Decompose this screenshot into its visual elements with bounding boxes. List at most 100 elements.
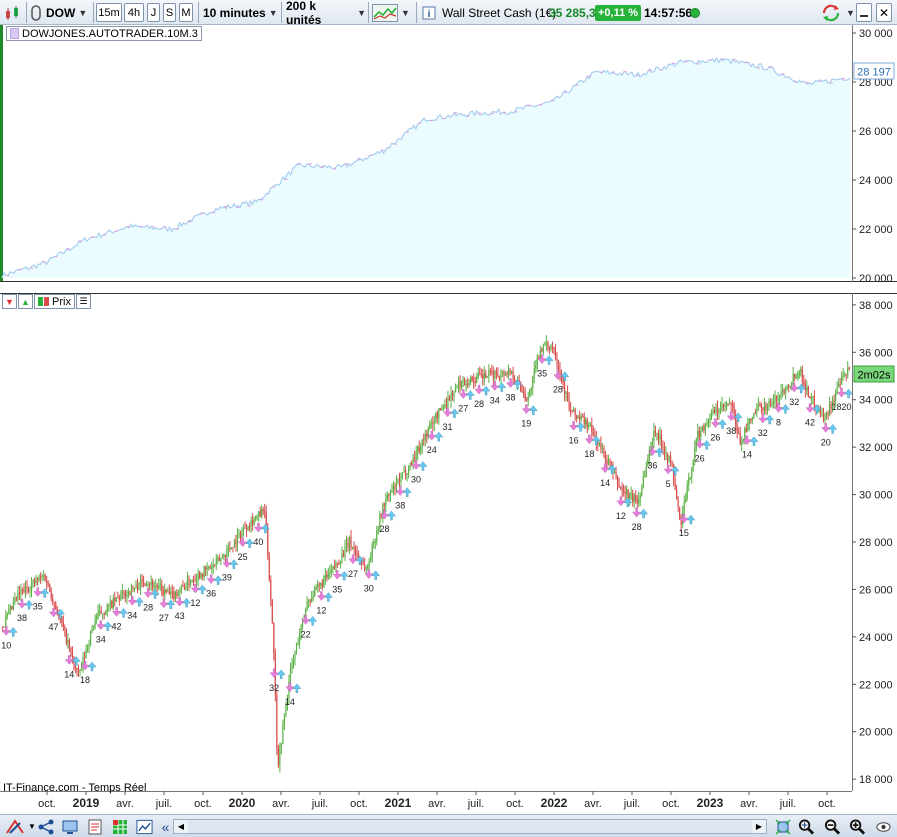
scroll-left-arrow[interactable]: ◀ bbox=[174, 820, 188, 833]
chart-canvas[interactable]: 30 000 28 000 26 000 24 000 22 000 20 000 10 3… bbox=[0, 25, 897, 815]
candle-body bbox=[618, 484, 620, 487]
candle-body bbox=[189, 582, 192, 586]
timeframe-button-4h[interactable]: 4h bbox=[124, 3, 144, 22]
refresh-icon[interactable] bbox=[820, 3, 842, 22]
close-button[interactable]: ✕ bbox=[876, 3, 892, 22]
candle-body bbox=[704, 424, 706, 431]
units-selector[interactable]: 200 k unités ▼ bbox=[286, 0, 366, 27]
candle-body bbox=[426, 433, 428, 437]
signal-number: 8 bbox=[776, 417, 781, 427]
candle-body bbox=[247, 525, 249, 530]
candle-body bbox=[91, 627, 93, 631]
candle-body bbox=[700, 430, 702, 438]
signal-number: 28 bbox=[143, 603, 153, 613]
table-icon[interactable] bbox=[111, 818, 128, 835]
y-tick-label: 32 000 bbox=[859, 442, 893, 454]
sell-signal-arrow bbox=[837, 387, 846, 398]
candle-body bbox=[786, 385, 788, 390]
notes-icon[interactable] bbox=[86, 818, 103, 835]
chart-window-icon[interactable] bbox=[136, 818, 153, 835]
candle-body bbox=[226, 550, 228, 557]
candle-body bbox=[473, 380, 475, 382]
sell-arrow-icon[interactable]: ▼ bbox=[2, 294, 17, 309]
candle-body bbox=[827, 412, 829, 416]
candle-body bbox=[159, 584, 161, 586]
candle-body bbox=[715, 406, 717, 413]
candle-body bbox=[305, 611, 307, 616]
zoom-area-icon[interactable] bbox=[798, 818, 815, 835]
candle-body bbox=[233, 540, 236, 548]
candle-body bbox=[195, 579, 198, 582]
timeframe-button-j[interactable]: J bbox=[147, 3, 160, 22]
chart-area[interactable]: 30 000 28 000 26 000 24 000 22 000 20 000 10 3… bbox=[0, 25, 897, 815]
candle-body bbox=[141, 579, 143, 581]
candle-body bbox=[468, 382, 470, 385]
candle-body bbox=[527, 396, 529, 401]
candle-body bbox=[129, 592, 131, 595]
minimize-button[interactable] bbox=[856, 3, 872, 22]
info-icon[interactable]: i bbox=[421, 3, 437, 22]
candle-body bbox=[509, 369, 511, 374]
timeframe-button-s[interactable]: S bbox=[163, 3, 176, 22]
candle-body bbox=[115, 597, 117, 602]
zoom-out-icon[interactable] bbox=[824, 818, 841, 835]
candle-body bbox=[217, 558, 219, 559]
candle-body bbox=[342, 552, 345, 557]
candle-body bbox=[406, 473, 408, 476]
candle-body bbox=[588, 425, 590, 427]
candle-body bbox=[729, 403, 731, 405]
y-tick-label: 22 000 bbox=[859, 224, 893, 236]
time-scrollbar[interactable]: ◀ ▶ bbox=[173, 819, 767, 834]
candle-body bbox=[686, 484, 688, 499]
candle-body bbox=[430, 423, 432, 425]
double-chevron-left-icon[interactable]: « bbox=[157, 818, 174, 835]
timeframe-button-15m[interactable]: 15m bbox=[96, 3, 122, 22]
buy-arrow-icon[interactable]: ▲ bbox=[18, 294, 33, 309]
symbol-selector[interactable]: DOW ▼ bbox=[46, 3, 90, 22]
indicator-legend[interactable]: DOWJONES.AUTOTRADER.10M.3 bbox=[6, 26, 202, 41]
candle-body bbox=[798, 371, 800, 376]
candle-body bbox=[252, 519, 254, 525]
buy-signal-arrow bbox=[844, 388, 853, 399]
timeframe-button-m[interactable]: M bbox=[179, 3, 193, 22]
signal-number: 5 bbox=[666, 479, 671, 489]
candle-body bbox=[482, 374, 484, 379]
indicator-value-tag: 28 197 bbox=[853, 62, 895, 80]
interval-selector[interactable]: 10 minutes ▼ bbox=[203, 3, 279, 22]
candle-body bbox=[548, 347, 551, 350]
link-icon[interactable] bbox=[29, 3, 43, 22]
candle-body bbox=[562, 379, 564, 384]
eye-icon[interactable] bbox=[875, 818, 892, 835]
candle-body bbox=[238, 533, 240, 534]
zoom-in-icon[interactable] bbox=[849, 818, 866, 835]
candle-body bbox=[139, 579, 142, 589]
candle-body bbox=[479, 373, 481, 375]
candle-body bbox=[676, 489, 678, 499]
fit-screen-icon[interactable] bbox=[774, 818, 791, 835]
chevron-down-icon[interactable]: ▼ bbox=[843, 3, 855, 22]
chevron-down-icon[interactable]: ▼ bbox=[27, 818, 37, 835]
candle-body bbox=[789, 385, 791, 387]
candle-body bbox=[659, 434, 661, 440]
buy-signal-arrow bbox=[544, 355, 554, 365]
y-tick-label: 28 000 bbox=[859, 537, 893, 549]
list-icon[interactable]: ☰ bbox=[75, 294, 91, 309]
screen-icon[interactable] bbox=[61, 818, 78, 835]
sell-signal-arrow bbox=[49, 607, 58, 618]
candle-body bbox=[639, 496, 641, 499]
tools-icon[interactable] bbox=[4, 818, 26, 835]
share-icon[interactable] bbox=[37, 818, 54, 835]
indicators-selector[interactable]: ▼ bbox=[372, 3, 412, 22]
prix-button[interactable]: Prix bbox=[34, 294, 75, 309]
signal-number: 12 bbox=[316, 605, 326, 615]
candle-body bbox=[844, 374, 846, 376]
candle-body bbox=[227, 547, 229, 551]
candle-body bbox=[777, 398, 779, 401]
candle-body bbox=[600, 442, 602, 449]
candle-body bbox=[536, 357, 538, 365]
chart-type-icon[interactable] bbox=[3, 3, 23, 22]
candle-body bbox=[494, 371, 496, 379]
candle-body bbox=[188, 578, 190, 586]
scroll-right-arrow[interactable]: ▶ bbox=[752, 820, 766, 833]
candle-body bbox=[788, 385, 790, 387]
